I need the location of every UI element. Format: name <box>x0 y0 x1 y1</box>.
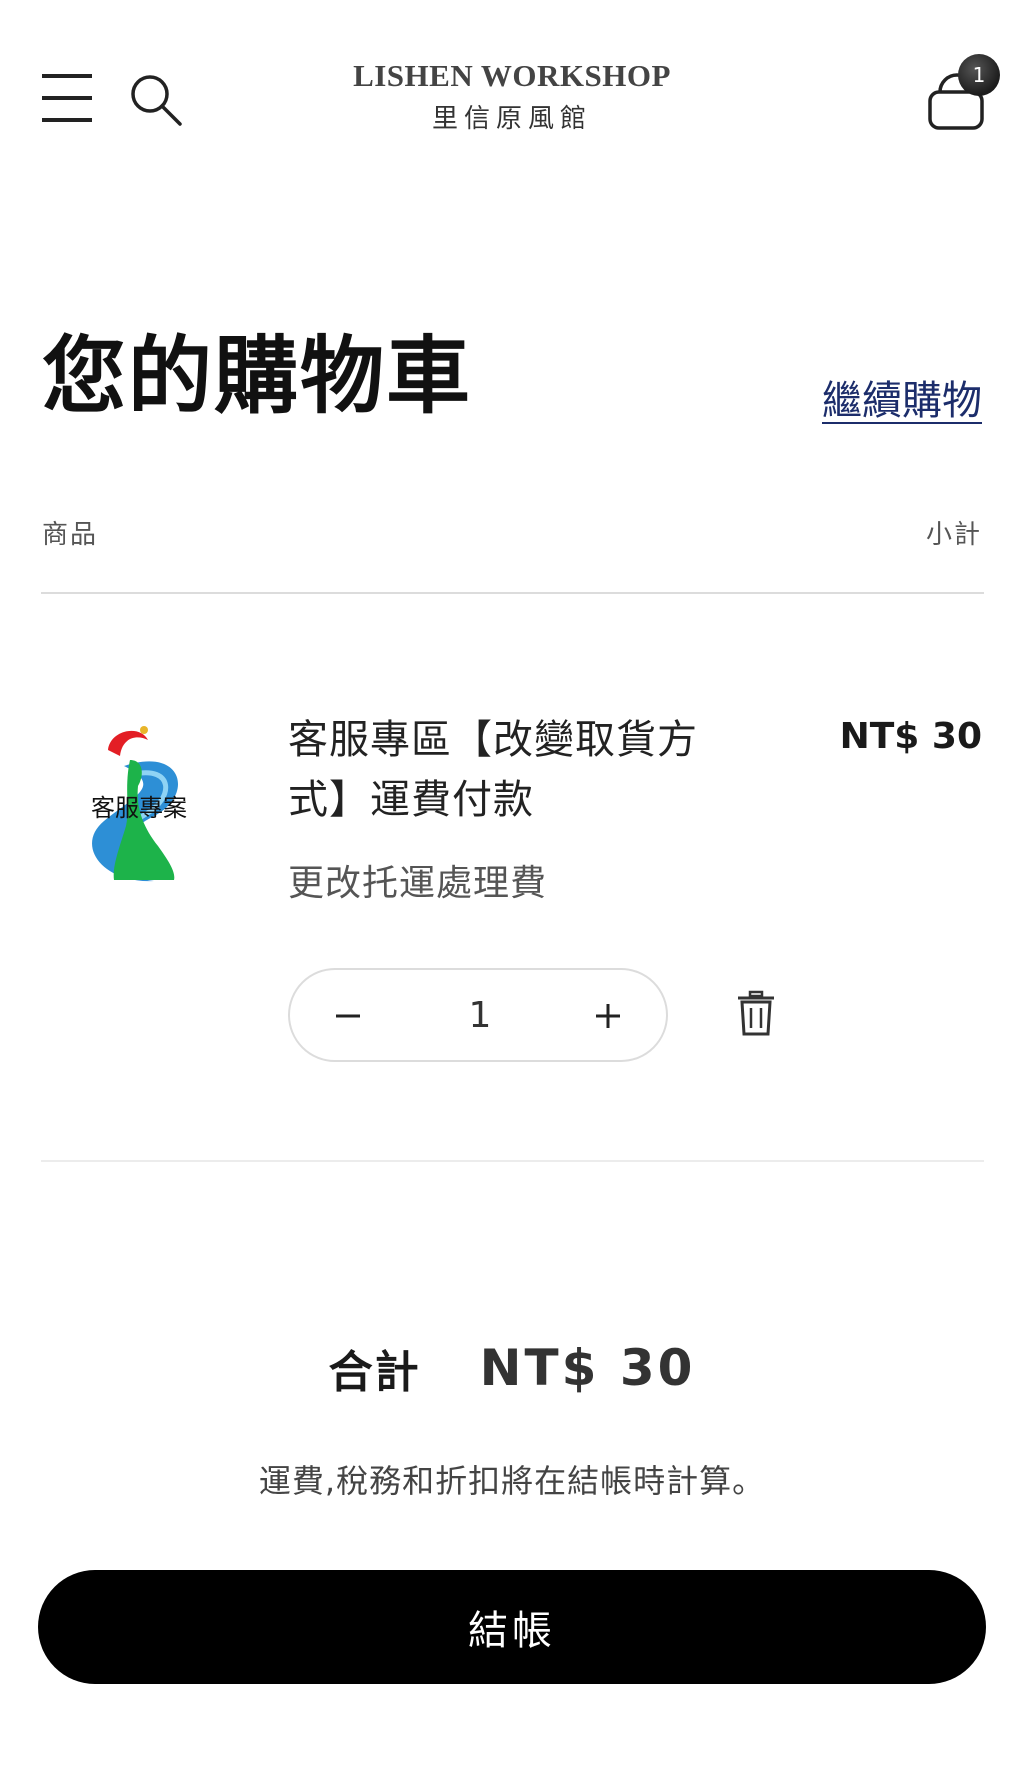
search-icon[interactable] <box>128 72 184 128</box>
trash-icon[interactable] <box>734 990 778 1038</box>
decrease-quantity-button[interactable] <box>326 994 370 1038</box>
product-thumbnail[interactable]: 客服專案 <box>64 716 214 886</box>
quantity-stepper: 1 <box>288 968 668 1062</box>
logo-english: LISHEN WORKSHOP <box>353 58 671 93</box>
total-value: NT$ 30 <box>479 1339 696 1397</box>
header-divider <box>41 592 984 594</box>
cart-count-badge: 1 <box>958 54 1000 96</box>
item-price: NT$ 30 <box>839 716 982 757</box>
column-header-product: 商品 <box>42 520 99 550</box>
column-header-subtotal: 小計 <box>925 520 982 550</box>
continue-shopping-link[interactable]: 繼續購物 <box>822 368 982 426</box>
menu-icon[interactable] <box>40 70 96 126</box>
increase-quantity-button[interactable] <box>586 994 630 1038</box>
item-variant: 更改托運處理費 <box>288 863 548 904</box>
checkout-button[interactable]: 結帳 <box>38 1570 986 1684</box>
quantity-input[interactable]: 1 <box>440 990 520 1042</box>
item-name[interactable]: 客服專區【改變取貨方式】運費付款 <box>288 710 728 830</box>
store-logo[interactable]: LISHEN WORKSHOP 里信原風館 <box>312 58 712 135</box>
tax-shipping-note: 運費,稅務和折扣將在結帳時計算。 <box>258 1462 766 1500</box>
logo-chinese: 里信原風館 <box>431 104 592 134</box>
cart-page: LISHEN WORKSHOP 里信原風館 1 您的購物車 繼續購物 商品 小計… <box>0 0 1024 1768</box>
item-divider <box>41 1160 984 1162</box>
thumbnail-label: 客服專案 <box>91 794 187 822</box>
total-label: 合計 <box>328 1347 421 1398</box>
total-row: 合計 NT$ 30 <box>0 1336 1024 1400</box>
page-title: 您的購物車 <box>42 327 473 425</box>
